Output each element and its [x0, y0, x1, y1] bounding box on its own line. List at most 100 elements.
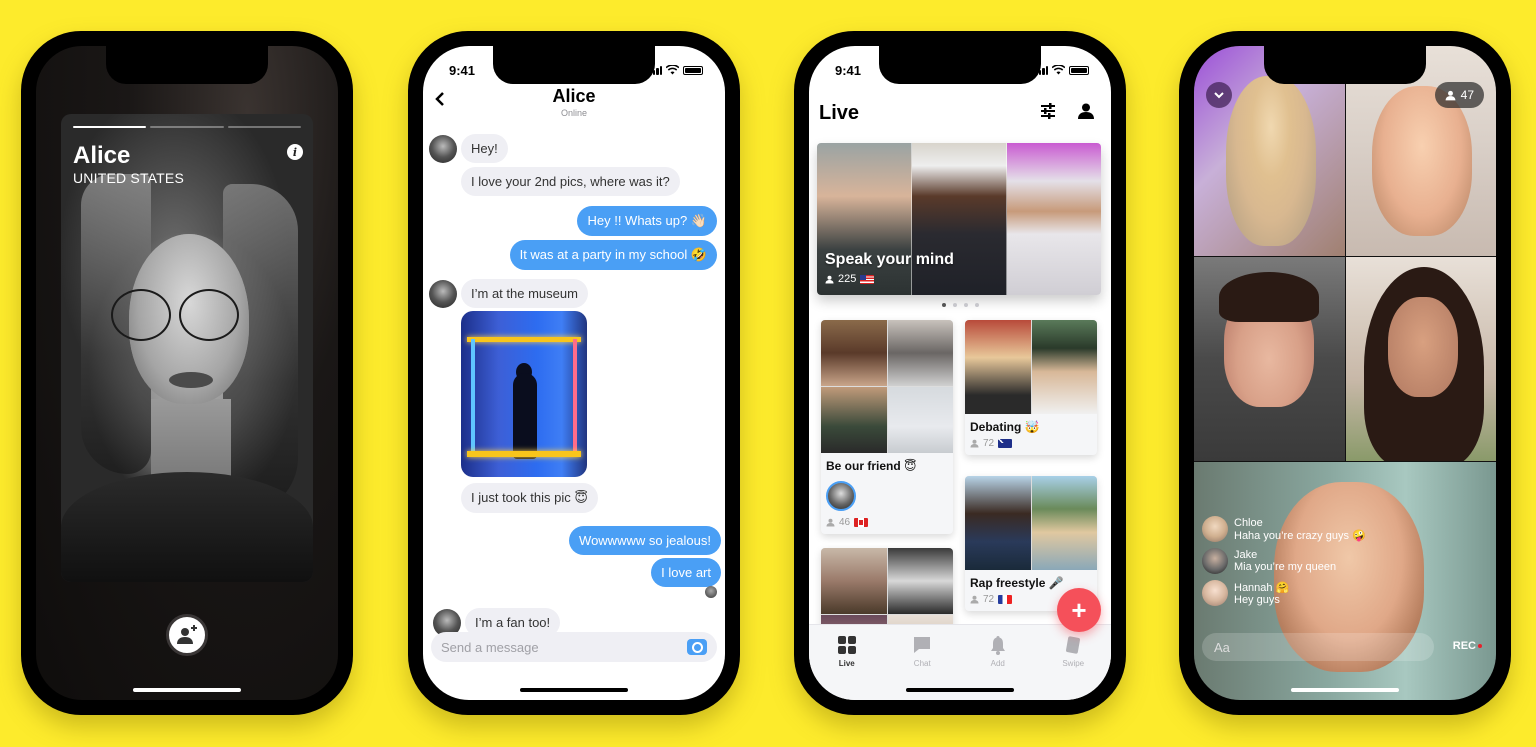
pagination-dot[interactable] [974, 303, 979, 307]
viewer-count: 225 [838, 273, 857, 285]
camera-icon[interactable] [687, 639, 707, 655]
room-title: Be our friend 😇 [826, 459, 917, 473]
record-label: REC [1452, 640, 1476, 652]
status-time: 9:41 [835, 62, 862, 78]
featured-room-meta: 225 [825, 273, 875, 285]
chat-contact-name: Alice [552, 86, 596, 106]
room-card[interactable]: Be our friend 😇 46 [821, 320, 953, 534]
home-indicator[interactable] [520, 688, 628, 692]
carousel-pagination [809, 303, 1111, 307]
add-person-icon [177, 625, 197, 644]
info-icon[interactable]: i [287, 144, 303, 160]
message-bubble[interactable]: Hey! [461, 134, 508, 163]
live-comments: Chloe Haha you’re crazy guys 🤪 Jake Mia … [1202, 516, 1366, 606]
photo-progress-segment [73, 126, 147, 128]
chat-screen: 9:41 Alice Online Hey! I love your 2nd p… [423, 46, 725, 700]
room-thumbnails [821, 320, 953, 453]
viewer-count-badge[interactable]: 47 [1434, 82, 1484, 108]
message-outgoing: Hey !! Whats up? 👋🏻 [577, 206, 717, 236]
phone-notch [106, 46, 268, 84]
chat-contact-status: Online [560, 108, 587, 118]
live-comment-input-bar [1202, 633, 1434, 661]
commenter-name: Hannah 🤗 [1234, 581, 1290, 594]
filter-button[interactable] [1039, 102, 1057, 120]
create-room-button[interactable]: + [1057, 588, 1101, 632]
profile-photo-card[interactable]: Alice UNITED STATES i [61, 114, 313, 582]
flag-fr-icon [998, 595, 1013, 604]
message-bubble[interactable]: I love your 2nd pics, where was it? [461, 167, 680, 196]
home-indicator[interactable] [1291, 688, 1399, 692]
message-input-bar [431, 632, 717, 662]
collapse-button[interactable] [1206, 82, 1232, 108]
battery-icon [683, 65, 703, 75]
commenter-avatar[interactable] [1202, 516, 1228, 542]
flag-us-icon [860, 274, 875, 284]
phone-profile-screen: Alice UNITED STATES i [21, 31, 353, 715]
flag-ca-icon [854, 518, 869, 527]
viewer-count: 72 [983, 594, 995, 605]
live-comment-input[interactable] [1214, 639, 1422, 655]
viewer-count: 72 [983, 438, 995, 449]
message-bubble[interactable]: Wowwwww so jealous! [569, 526, 721, 555]
room-meta: 46 [821, 515, 953, 534]
commenter-avatar[interactable] [1202, 580, 1228, 606]
person-icon [825, 275, 834, 283]
commenter-name: Jake [1234, 549, 1258, 561]
pagination-dot[interactable] [952, 303, 957, 307]
message-bubble[interactable]: It was at a party in my school 🤣 [509, 240, 717, 270]
commenter-avatar[interactable] [1202, 548, 1228, 574]
message-bubble[interactable]: I love art [651, 558, 721, 587]
message-image[interactable] [461, 311, 587, 477]
video-tile[interactable] [1194, 257, 1345, 461]
record-dot-icon [1478, 644, 1482, 648]
message-outgoing: It was at a party in my school 🤣 [509, 240, 717, 270]
featured-room-card[interactable]: Speak your mind 225 [817, 143, 1101, 295]
chat-bubble-icon [914, 637, 931, 653]
viewer-count: 46 [839, 517, 851, 528]
profile-button[interactable] [1077, 102, 1095, 120]
message-incoming: Hey! [429, 134, 508, 163]
record-button[interactable]: REC [1453, 640, 1482, 652]
message-bubble[interactable]: I’m at the museum [461, 279, 588, 308]
photo-progress-indicator [73, 126, 301, 128]
sliders-icon [1041, 103, 1055, 119]
room-meta: 72 [965, 436, 1097, 455]
message-input[interactable] [441, 639, 641, 655]
phone-video-room-screen: 47 Chloe Haha you’re crazy guys 🤪 Jake M… [1179, 31, 1511, 715]
message-bubble[interactable]: I just took this pic 😇 [461, 483, 598, 513]
tab-label: Live [838, 659, 855, 668]
add-friend-button[interactable] [166, 614, 208, 656]
contact-avatar[interactable] [429, 279, 457, 308]
room-thumbnails [965, 320, 1097, 414]
phone-live-screen: 9:41 Live Speak your mind 225 Be our fri… [794, 31, 1126, 715]
read-receipt-avatar [705, 586, 717, 598]
pagination-dot[interactable] [941, 303, 946, 307]
page-title: Live [819, 102, 860, 124]
commenter-name: Chloe [1234, 516, 1263, 529]
message-bubble[interactable]: Hey !! Whats up? 👋🏻 [577, 206, 717, 236]
pagination-dot[interactable] [963, 303, 968, 307]
home-indicator[interactable] [906, 688, 1014, 692]
photo-progress-segment [227, 126, 301, 128]
wifi-icon [666, 65, 679, 75]
grid-icon [837, 636, 856, 654]
chat-header: Alice Online [423, 86, 725, 118]
room-card[interactable]: Debating 🤯 72 [965, 320, 1097, 455]
video-tile[interactable] [1345, 257, 1496, 461]
comment-item: Hannah 🤗 Hey guys [1202, 580, 1366, 606]
person-icon [1078, 103, 1094, 119]
live-screen: 9:41 Live Speak your mind 225 Be our fri… [809, 46, 1111, 700]
tab-live[interactable]: Live [809, 635, 885, 700]
tab-label: Swipe [1062, 659, 1085, 668]
phone-notch [879, 46, 1041, 84]
tab-label: Chat [913, 659, 931, 668]
message-incoming: I love your 2nd pics, where was it? [461, 167, 680, 196]
contact-avatar[interactable] [429, 134, 457, 163]
status-time: 9:41 [449, 62, 476, 78]
host-avatar[interactable] [826, 481, 856, 511]
video-room-screen: 47 Chloe Haha you’re crazy guys 🤪 Jake M… [1194, 46, 1496, 700]
room-thumbnails [965, 476, 1097, 570]
home-indicator[interactable] [133, 688, 241, 692]
person-icon [970, 439, 979, 448]
tab-swipe[interactable]: Swipe [1036, 635, 1112, 700]
